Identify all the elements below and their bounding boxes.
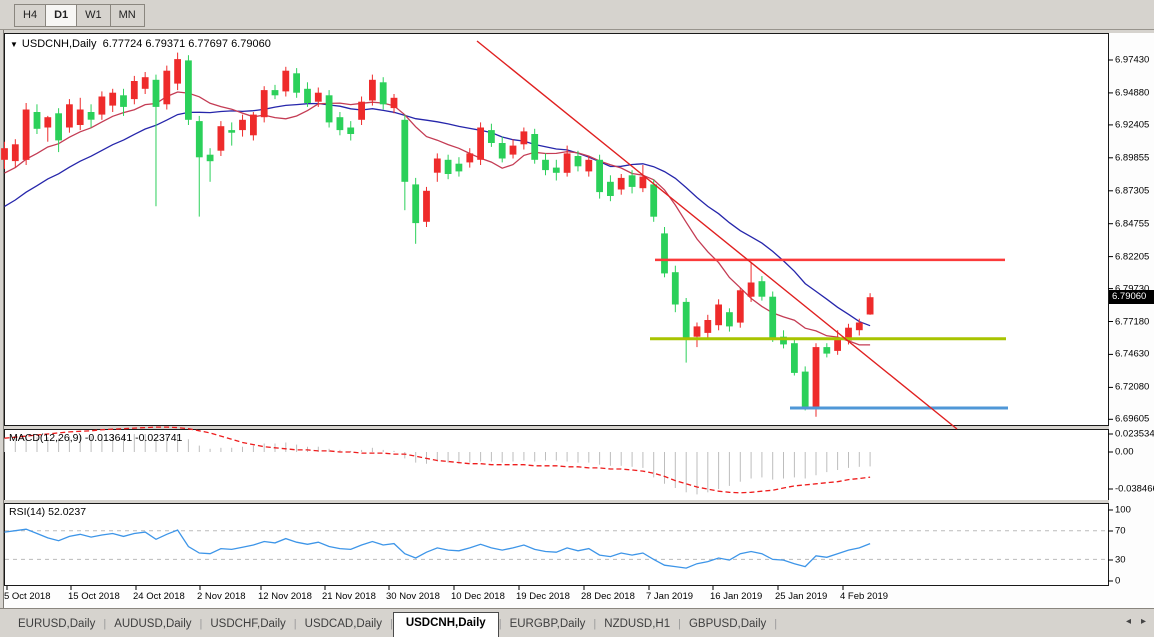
date-axis-label: 16 Jan 2019 <box>710 591 762 602</box>
scroll-right-icon[interactable]: ▸ <box>1141 616 1146 627</box>
date-axis-label: 25 Jan 2019 <box>775 591 827 602</box>
current-price-badge: 6.79060 <box>1109 290 1154 304</box>
macd-axis-label: 0.00 <box>1115 447 1134 458</box>
macd-name: MACD(12,26,9) <box>9 432 82 444</box>
price-axis-label: 6.87305 <box>1115 185 1149 196</box>
price-axis-label: 6.92405 <box>1115 119 1149 130</box>
panel-splitter-rsi[interactable] <box>4 500 1109 503</box>
symbol-tab-eurusd[interactable]: EURUSD,Daily <box>10 614 103 637</box>
symbol-tab-audusd[interactable]: AUDUSD,Daily <box>106 614 199 637</box>
macd-axis-label: -0.038466 <box>1115 484 1154 495</box>
price-axis-label: 6.89855 <box>1115 152 1149 163</box>
symbol-tab-nzdusd[interactable]: NZDUSD,H1 <box>596 614 678 637</box>
chart-title: ▼ USDCNH,Daily 6.77724 6.79371 6.77697 6.… <box>10 38 271 50</box>
macd-signal-value: -0.023741 <box>135 432 182 444</box>
date-axis-label: 2 Nov 2018 <box>197 591 246 602</box>
date-axis-label: 19 Dec 2018 <box>516 591 570 602</box>
symbol-tab-gbpusd[interactable]: GBPUSD,Daily <box>681 614 774 637</box>
rsi-axis-label: 100 <box>1115 505 1131 516</box>
symbol-tab-usdcad[interactable]: USDCAD,Daily <box>297 614 390 637</box>
timeframe-tab-mn[interactable]: MN <box>110 4 145 27</box>
symbol-tab-eurgbp[interactable]: EURGBP,Daily <box>502 614 594 637</box>
date-axis-label: 24 Oct 2018 <box>133 591 185 602</box>
date-axis-label: 4 Feb 2019 <box>840 591 888 602</box>
price-axis-label: 6.72080 <box>1115 382 1149 393</box>
timeframe-tab-bar: H4D1W1MN <box>0 0 1154 30</box>
chart-ohlc-values: 6.77724 6.79371 6.77697 6.79060 <box>103 38 271 50</box>
panel-splitter-macd[interactable] <box>4 426 1109 429</box>
date-axis-label: 5 Oct 2018 <box>4 591 50 602</box>
date-axis-label: 7 Jan 2019 <box>646 591 693 602</box>
price-axis-label: 6.94880 <box>1115 87 1149 98</box>
macd-indicator-label: MACD(12,26,9) -0.013641 -0.023741 <box>9 432 182 444</box>
tab-separator: | <box>774 618 777 637</box>
date-axis-label: 15 Oct 2018 <box>68 591 120 602</box>
rsi-name: RSI(14) <box>9 506 45 518</box>
mt4-terminal: { "window": { "timeframe_tabs": ["H4", "… <box>0 0 1154 637</box>
date-axis-label: 30 Nov 2018 <box>386 591 440 602</box>
rsi-value: 52.0237 <box>48 506 86 518</box>
date-axis-label: 10 Dec 2018 <box>451 591 505 602</box>
chart-symbol-period: USDCNH,Daily <box>22 38 97 50</box>
price-axis-label: 6.74630 <box>1115 349 1149 360</box>
price-axis-label: 6.82205 <box>1115 251 1149 262</box>
symbol-tab-usdcnh[interactable]: USDCNH,Daily <box>393 612 499 637</box>
date-axis-label: 28 Dec 2018 <box>581 591 635 602</box>
price-axis-label: 6.97430 <box>1115 55 1149 66</box>
scroll-left-icon[interactable]: ◂ <box>1126 616 1131 627</box>
chart-collapse-icon[interactable]: ▼ <box>10 40 18 49</box>
symbol-tab-usdchf[interactable]: USDCHF,Daily <box>202 614 293 637</box>
date-axis-label: 12 Nov 2018 <box>258 591 312 602</box>
rsi-indicator-label: RSI(14) 52.0237 <box>9 506 86 518</box>
timeframe-tab-h4[interactable]: H4 <box>14 4 45 27</box>
price-axis-label: 6.77180 <box>1115 316 1149 327</box>
timeframe-tab-d1[interactable]: D1 <box>45 4 76 27</box>
macd-axis-label: 0.023534 <box>1115 429 1154 440</box>
price-axis[interactable] <box>1109 33 1154 586</box>
macd-main-value: -0.013641 <box>85 432 132 444</box>
main-chart-panel[interactable] <box>4 33 1109 426</box>
price-axis-label: 6.69605 <box>1115 414 1149 425</box>
rsi-panel[interactable] <box>4 503 1109 586</box>
date-axis-label: 21 Nov 2018 <box>322 591 376 602</box>
price-axis-label: 6.84755 <box>1115 218 1149 229</box>
symbol-tab-bar: EURUSD,Daily|AUDUSD,Daily|USDCHF,Daily|U… <box>0 608 1154 637</box>
timeframe-tab-w1[interactable]: W1 <box>76 4 110 27</box>
rsi-axis-label: 0 <box>1115 576 1120 587</box>
tab-scroll-arrows: ◂▸ <box>1116 616 1146 627</box>
rsi-axis-label: 30 <box>1115 555 1126 566</box>
rsi-axis-label: 70 <box>1115 526 1126 537</box>
